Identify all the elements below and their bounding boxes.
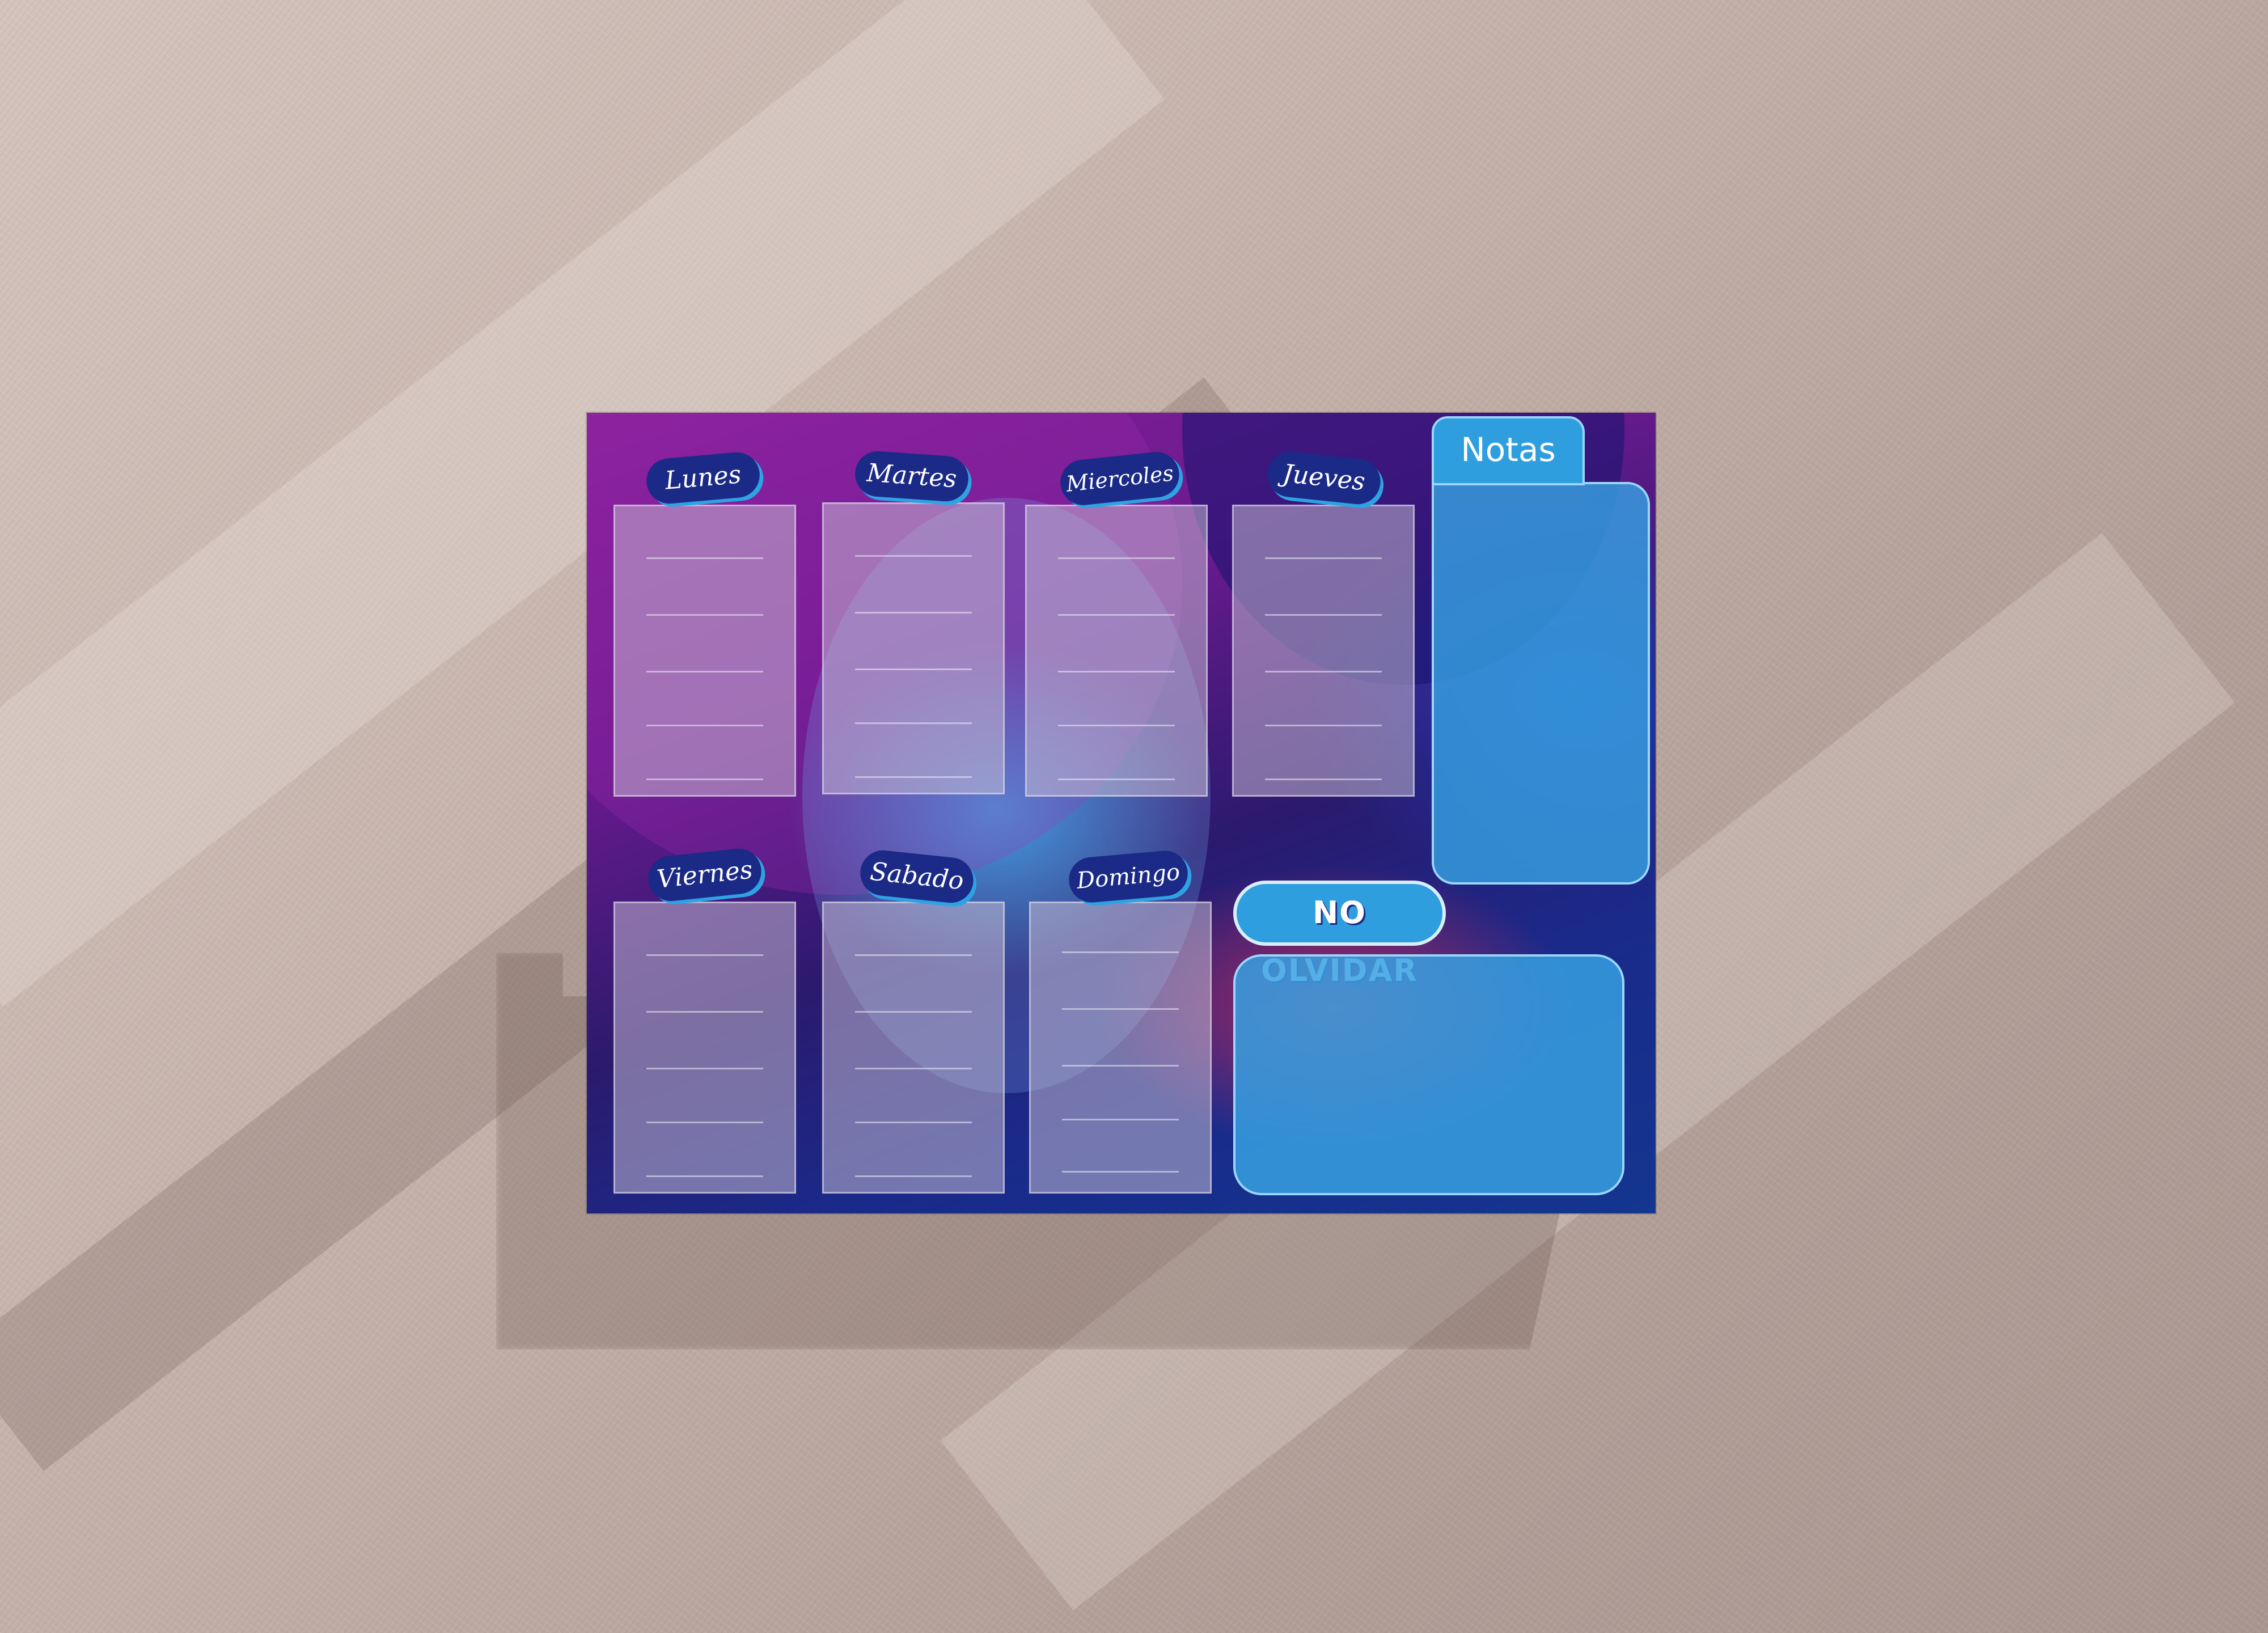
writing-line	[855, 612, 972, 614]
writing-line	[1058, 779, 1175, 780]
day-card-martes[interactable]	[822, 502, 1005, 794]
writing-line	[646, 557, 763, 559]
writing-line	[1058, 671, 1175, 672]
writing-line	[1062, 1119, 1179, 1120]
writing-line	[1265, 557, 1382, 559]
day-tab-martes: Martes	[853, 450, 970, 503]
writing-line	[1265, 614, 1382, 616]
writing-line	[646, 954, 763, 956]
writing-line	[1062, 1065, 1179, 1067]
reminder-title: NO OLVIDAR	[1233, 881, 1446, 988]
reminder-panel[interactable]	[1233, 954, 1624, 1195]
writing-line	[1265, 725, 1382, 726]
writing-line	[855, 1122, 972, 1123]
writing-line	[646, 1175, 763, 1177]
notes-panel[interactable]	[1432, 482, 1650, 885]
writing-line	[855, 1175, 972, 1177]
writing-line	[646, 779, 763, 780]
writing-line	[1058, 725, 1175, 726]
writing-line	[1062, 1008, 1179, 1010]
writing-line	[855, 669, 972, 670]
day-card-sabado[interactable]	[822, 902, 1005, 1194]
day-card-domingo[interactable]	[1029, 902, 1212, 1194]
writing-line	[855, 1011, 972, 1013]
writing-line	[646, 671, 763, 672]
writing-line	[855, 722, 972, 724]
day-card-lunes[interactable]	[613, 505, 796, 797]
writing-line	[1058, 557, 1175, 559]
writing-line	[855, 954, 972, 956]
writing-line	[1058, 614, 1175, 616]
writing-line	[855, 776, 972, 778]
writing-line	[1265, 779, 1382, 780]
day-card-jueves[interactable]	[1232, 505, 1415, 797]
writing-line	[1265, 671, 1382, 672]
notes-title: Notas	[1432, 416, 1585, 485]
writing-line	[646, 1068, 763, 1069]
writing-line	[855, 1068, 972, 1069]
day-tab-viernes: Viernes	[646, 846, 764, 904]
writing-line	[646, 614, 763, 616]
day-card-miercoles[interactable]	[1025, 505, 1208, 797]
writing-line	[855, 555, 972, 557]
writing-line	[646, 1011, 763, 1013]
writing-line	[1062, 951, 1179, 953]
weekly-planner-board: Lunes Martes Miercoles Jueves Viernes Sa…	[587, 413, 1656, 1213]
day-card-viernes[interactable]	[613, 902, 796, 1194]
writing-line	[646, 725, 763, 726]
writing-line	[1062, 1171, 1179, 1173]
writing-line	[646, 1122, 763, 1123]
